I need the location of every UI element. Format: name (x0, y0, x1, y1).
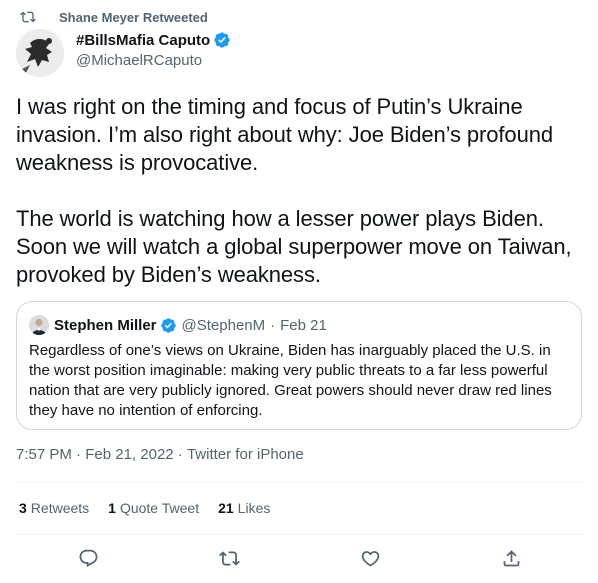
retweet-context[interactable]: Shane Meyer Retweeted (19, 8, 208, 26)
retweet-icon (218, 550, 240, 566)
retweets-label: Retweets (30, 500, 90, 516)
reply-button[interactable] (76, 546, 100, 570)
quoted-author-avatar (29, 315, 49, 335)
like-button[interactable] (358, 546, 382, 570)
like-icon (361, 550, 379, 567)
likes-stat[interactable]: 21 Likes (218, 500, 270, 516)
quote-tweets-stat[interactable]: 1 Quote Tweet (108, 500, 199, 516)
divider (16, 482, 582, 483)
tweet-source[interactable]: Twitter for iPhone (187, 446, 304, 463)
tweet-date[interactable]: Feb 21, 2022 (85, 446, 173, 463)
tweet-stats: 3 Retweets 1 Quote Tweet 21 Likes (19, 500, 289, 516)
tweet-meta: 7:57 PM · Feb 21, 2022 · Twitter for iPh… (16, 446, 304, 463)
share-icon (503, 549, 519, 566)
retweets-stat[interactable]: 3 Retweets (19, 500, 89, 516)
author-name[interactable]: #BillsMafia Caputo (76, 32, 210, 49)
retweet-icon (19, 8, 37, 26)
meta-separator: · (173, 446, 187, 463)
quotes-label: Quote Tweet (119, 500, 200, 516)
tweet-text: I was right on the timing and focus of P… (16, 94, 572, 287)
quoted-tweet[interactable]: Stephen Miller @StephenM · Feb 21 Regard… (16, 301, 582, 430)
quoted-tweet-text: Regardless of one’s views on Ukraine, Bi… (29, 342, 552, 419)
likes-label: Likes (237, 500, 271, 516)
quotes-count: 1 (108, 500, 116, 516)
quoted-date: Feb 21 (280, 316, 327, 334)
verified-badge-icon (214, 32, 230, 48)
quoted-author-name: Stephen Miller (54, 316, 157, 334)
likes-count: 21 (218, 500, 234, 516)
tweet-time[interactable]: 7:57 PM (16, 446, 72, 463)
verified-badge-icon (160, 317, 176, 333)
meta-separator: · (71, 446, 86, 463)
divider (16, 534, 582, 535)
retweet-button[interactable] (217, 546, 241, 570)
reply-icon (79, 549, 97, 567)
author-avatar[interactable] (16, 29, 64, 77)
action-bar (0, 546, 598, 572)
quoted-author-handle: @StephenM (181, 316, 266, 334)
quoted-tweet-header: Stephen Miller @StephenM · Feb 21 (29, 315, 327, 335)
retweets-count: 3 (19, 500, 27, 516)
author-handle[interactable]: @MichaelRCaputo (76, 52, 231, 69)
share-button[interactable] (499, 546, 523, 570)
author-block: #BillsMafia Caputo @MichaelRCaputo (76, 30, 231, 69)
quoted-separator: · (270, 316, 276, 334)
retweet-context-text: Shane Meyer Retweeted (59, 9, 208, 25)
